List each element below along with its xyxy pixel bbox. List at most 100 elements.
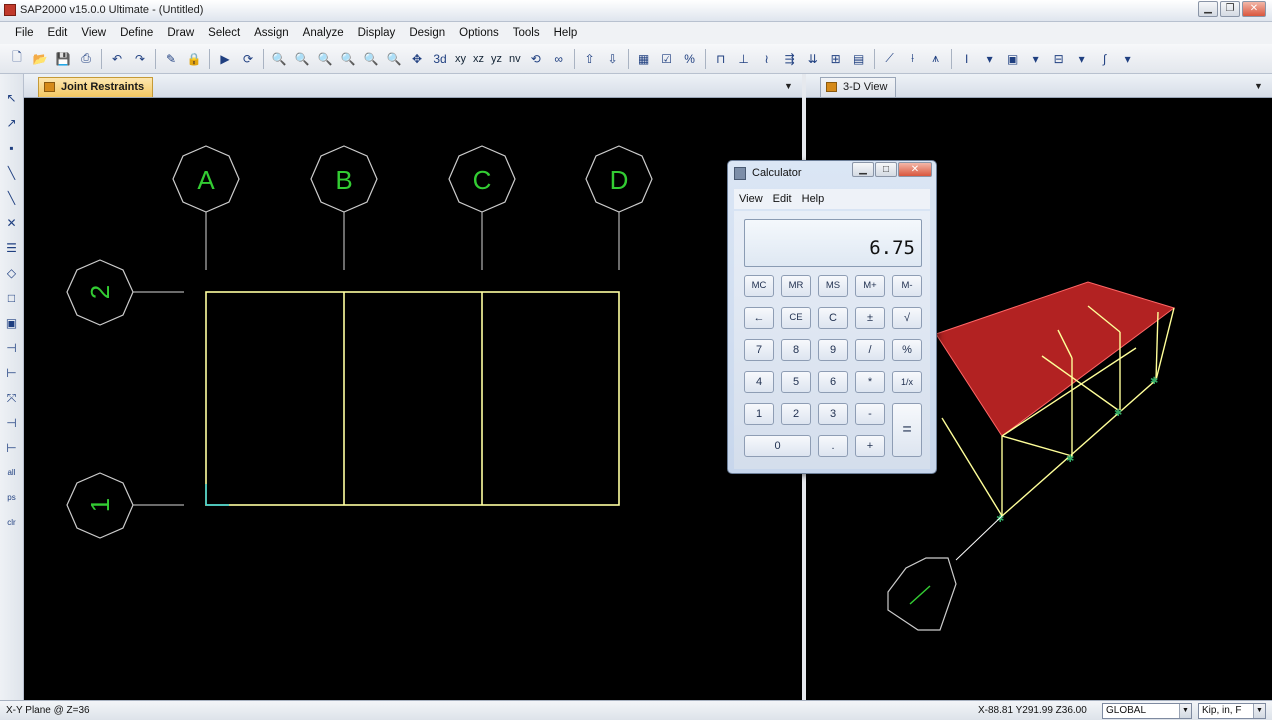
calc-menu-view[interactable]: View <box>734 189 768 209</box>
backspace-button[interactable]: ← <box>744 307 774 329</box>
menu-help[interactable]: Help <box>547 22 585 44</box>
deformed-shape-icon[interactable]: ⟋ <box>879 48 901 70</box>
percent-button[interactable]: % <box>892 339 922 361</box>
move-down-icon[interactable]: ⇩ <box>602 48 624 70</box>
new-model-icon[interactable]: 🗋 <box>6 48 28 70</box>
select-ps-icon[interactable]: ps <box>3 488 21 508</box>
m-minus-button[interactable]: M- <box>892 275 922 297</box>
zoom-default-icon[interactable]: 🔍 <box>360 48 382 70</box>
close-button[interactable]: ✕ <box>1242 1 1266 17</box>
spring-icon[interactable]: ≀ <box>756 48 778 70</box>
dropdown-arrow-icon[interactable]: ▾ <box>1071 48 1093 70</box>
draw-brace-icon[interactable]: ✕ <box>3 213 21 233</box>
menu-display[interactable]: Display <box>351 22 403 44</box>
menu-select[interactable]: Select <box>201 22 247 44</box>
save-icon[interactable]: 💾 <box>52 48 74 70</box>
select-prev-icon[interactable]: ⊣ <box>3 413 21 433</box>
plan-view-canvas[interactable]: A B C D 2 1 <box>24 98 802 700</box>
multiply-button[interactable]: * <box>855 371 885 393</box>
run-analysis-icon[interactable]: ▶ <box>214 48 236 70</box>
undo-icon[interactable]: ↶ <box>106 48 128 70</box>
zoom-in-icon[interactable]: 🔍 <box>314 48 336 70</box>
minimize-button[interactable]: ▁ <box>1198 1 1218 17</box>
tab-3d-view[interactable]: 3-D View <box>820 77 897 97</box>
digit-0-button[interactable]: 0 <box>744 435 811 457</box>
digit-2-button[interactable]: 2 <box>781 403 811 425</box>
restraint-icon[interactable]: ⊥ <box>733 48 755 70</box>
zoom-previous-icon[interactable]: 🔍 <box>383 48 405 70</box>
calc-minimize-button[interactable]: ▁ <box>852 162 874 177</box>
frame-icon[interactable]: ⊓ <box>710 48 732 70</box>
dropdown-arrow-icon[interactable]: ▾ <box>1025 48 1047 70</box>
calc-menu-edit[interactable]: Edit <box>768 189 797 209</box>
section-designer-icon[interactable]: I <box>956 48 978 70</box>
equals-button[interactable]: = <box>892 403 922 457</box>
calc-menu-help[interactable]: Help <box>797 189 830 209</box>
subtract-button[interactable]: - <box>855 403 885 425</box>
digit-3-button[interactable]: 3 <box>818 403 848 425</box>
decimal-button[interactable]: . <box>818 435 848 457</box>
quick-draw-area-icon[interactable]: ▣ <box>3 313 21 333</box>
draw-rect-area-icon[interactable]: □ <box>3 288 21 308</box>
mr-button[interactable]: MR <box>781 275 811 297</box>
quick-draw-frame-icon[interactable]: ╲ <box>3 188 21 208</box>
pane-menu-arrow-icon[interactable]: ▼ <box>1254 81 1263 91</box>
open-folder-icon[interactable]: 📂 <box>29 48 51 70</box>
mc-button[interactable]: MC <box>744 275 774 297</box>
units-select[interactable]: Kip, in, F ▼ <box>1198 703 1266 719</box>
pane-menu-arrow-icon[interactable]: ▼ <box>784 81 793 91</box>
menu-view[interactable]: View <box>74 22 113 44</box>
draw-area-icon[interactable]: ◇ <box>3 263 21 283</box>
zoom-window-icon[interactable]: 🔍 <box>268 48 290 70</box>
object-shrink-icon[interactable]: ▦ <box>633 48 655 70</box>
add-button[interactable]: + <box>855 435 885 457</box>
tab-joint-restraints[interactable]: Joint Restraints <box>38 77 154 97</box>
select-all-text-icon[interactable]: all <box>3 463 21 483</box>
ms-button[interactable]: MS <box>818 275 848 297</box>
print-icon[interactable]: ⎙ <box>75 48 97 70</box>
ce-button[interactable]: CE <box>781 307 811 329</box>
frame-load-icon[interactable]: ⇊ <box>802 48 824 70</box>
reciprocal-button[interactable]: 1/x <box>892 371 922 393</box>
xy-view-button[interactable]: xy <box>452 48 469 70</box>
menu-analyze[interactable]: Analyze <box>296 22 351 44</box>
select-clear-icon[interactable]: ⊢ <box>3 438 21 458</box>
menu-draw[interactable]: Draw <box>160 22 201 44</box>
area-load-icon[interactable]: ⊞ <box>825 48 847 70</box>
design-icon[interactable]: ⊟ <box>1048 48 1070 70</box>
mode-shape-icon[interactable]: ⟊ <box>902 48 924 70</box>
menu-options[interactable]: Options <box>452 22 506 44</box>
reshape-icon[interactable]: ↗ <box>3 113 21 133</box>
digit-6-button[interactable]: 6 <box>818 371 848 393</box>
forces-icon[interactable]: ⩚ <box>925 48 947 70</box>
digit-7-button[interactable]: 7 <box>744 339 774 361</box>
draw-link2-icon[interactable]: ⊢ <box>3 363 21 383</box>
joint-load-icon[interactable]: ⇶ <box>779 48 801 70</box>
menu-file[interactable]: File <box>8 22 41 44</box>
move-up-icon[interactable]: ⇧ <box>579 48 601 70</box>
show-tables-icon[interactable]: ▤ <box>848 48 870 70</box>
dropdown-arrow-icon[interactable]: ▾ <box>1117 48 1139 70</box>
menu-edit[interactable]: Edit <box>41 22 75 44</box>
set-display-icon[interactable]: ☑ <box>656 48 678 70</box>
digit-4-button[interactable]: 4 <box>744 371 774 393</box>
zoom-restore-icon[interactable]: 🔍 <box>291 48 313 70</box>
m-plus-button[interactable]: M+ <box>855 275 885 297</box>
perspective-icon[interactable]: ∞ <box>548 48 570 70</box>
percent-icon[interactable]: % <box>679 48 701 70</box>
pointer-icon[interactable]: ↖ <box>3 88 21 108</box>
draw-frame-icon[interactable]: ╲ <box>3 163 21 183</box>
zoom-out-icon[interactable]: 🔍 <box>337 48 359 70</box>
menu-define[interactable]: Define <box>113 22 160 44</box>
draw-secondary-icon[interactable]: ☰ <box>3 238 21 258</box>
draw-link-icon[interactable]: ⊣ <box>3 338 21 358</box>
sqrt-button[interactable]: √ <box>892 307 922 329</box>
pencil-icon[interactable]: ✎ <box>160 48 182 70</box>
draw-joint-icon[interactable]: ▪ <box>3 138 21 158</box>
menu-tools[interactable]: Tools <box>506 22 547 44</box>
menu-design[interactable]: Design <box>402 22 452 44</box>
select-clr-icon[interactable]: clr <box>3 513 21 533</box>
clear-button[interactable]: C <box>818 307 848 329</box>
divide-button[interactable]: / <box>855 339 885 361</box>
digit-8-button[interactable]: 8 <box>781 339 811 361</box>
